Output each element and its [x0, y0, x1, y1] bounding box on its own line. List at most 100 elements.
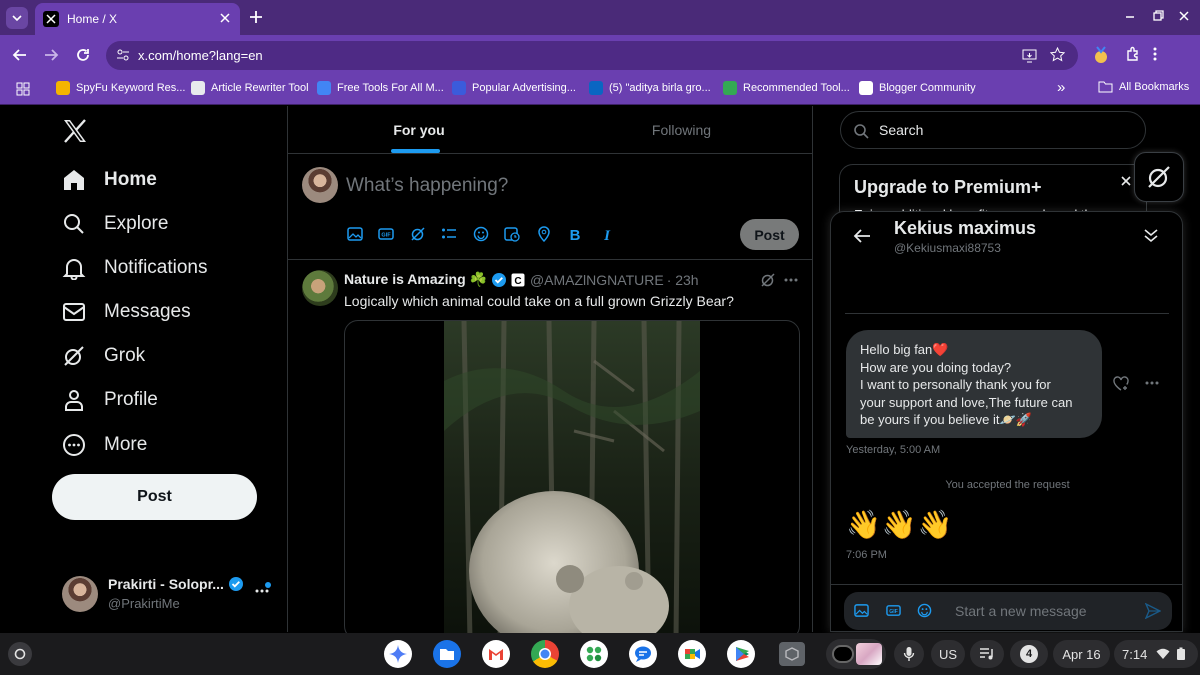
avatar[interactable]	[302, 270, 338, 306]
close-icon	[1179, 11, 1189, 21]
bookmark-item[interactable]: Blogger Community	[859, 81, 976, 95]
compose-input[interactable]: What’s happening?	[346, 175, 508, 197]
address-bar[interactable]: x.com/home?lang=en	[106, 41, 1078, 70]
poll-icon[interactable]	[441, 226, 457, 242]
back-arrow-icon[interactable]	[853, 228, 871, 244]
play-store-app-icon[interactable]	[727, 640, 755, 668]
message-input[interactable]: Start a new message	[955, 603, 1087, 619]
microphone-button[interactable]	[894, 640, 924, 668]
tab-search-button[interactable]	[6, 7, 28, 29]
restore-button[interactable]	[1151, 9, 1165, 23]
messages-app-icon[interactable]	[629, 640, 657, 668]
gif-icon[interactable]: GIF	[886, 603, 901, 618]
svg-text:I: I	[603, 228, 611, 242]
emoji-icon[interactable]	[917, 603, 932, 618]
browser-menu-icon[interactable]	[1152, 46, 1158, 62]
media-controls-button[interactable]	[970, 640, 1004, 668]
emoji-icon[interactable]	[473, 226, 489, 242]
tweet-more-icon[interactable]	[784, 278, 798, 282]
bookmark-item[interactable]: Popular Advertising...	[452, 81, 576, 95]
tweet[interactable]: Nature is Amazing ☘️ C @AMAZlNGNATURE · …	[288, 261, 813, 640]
site-info-icon[interactable]	[116, 48, 130, 62]
input-method-button[interactable]: US	[931, 640, 965, 668]
install-app-icon[interactable]	[1022, 48, 1037, 63]
browser-tab[interactable]: Home / X	[35, 3, 240, 35]
nav-messages[interactable]: Messages	[62, 300, 191, 324]
tab-for-you[interactable]: For you	[288, 106, 550, 154]
nav-grok[interactable]: Grok	[62, 344, 145, 368]
app-window-icon[interactable]	[779, 642, 805, 666]
bookmark-item[interactable]: Article Rewriter Tool	[191, 81, 309, 95]
nav-home[interactable]: Home	[62, 168, 157, 192]
image-icon[interactable]	[854, 603, 869, 618]
conversation-name[interactable]: Kekius maximus	[894, 218, 1036, 239]
battery-icon	[1177, 647, 1186, 660]
nav-label: Home	[104, 169, 157, 190]
gmail-app-icon[interactable]	[482, 640, 510, 668]
bookmark-item[interactable]: Recommended Tool...	[723, 81, 850, 95]
reload-button[interactable]	[75, 47, 91, 63]
compose-post-button[interactable]: Post	[740, 219, 799, 250]
tools-favicon-icon	[317, 81, 331, 95]
nav-explore[interactable]: Explore	[62, 212, 168, 236]
grok-float-button[interactable]	[1134, 152, 1184, 202]
tweet-author[interactable]: Nature is Amazing ☘️	[344, 271, 487, 288]
extension-badge-icon[interactable]	[1093, 46, 1109, 64]
meet-app-icon[interactable]	[678, 640, 706, 668]
location-icon[interactable]	[536, 226, 552, 242]
folder-icon	[1098, 81, 1113, 93]
system-tray[interactable]: 7:14	[1114, 640, 1198, 668]
post-button[interactable]: Post	[52, 474, 257, 520]
bookmark-item[interactable]: Free Tools For All M...	[317, 81, 444, 95]
collapse-drawer-icon[interactable]	[1143, 227, 1159, 243]
bookmark-item[interactable]: SpyFu Keyword Res...	[56, 81, 185, 95]
message-timestamp: Yesterday, 5:00 AM	[846, 444, 941, 456]
tweet-handle[interactable]: @AMAZlNGNATURE	[530, 272, 664, 288]
close-tab-icon[interactable]	[218, 11, 232, 25]
bookmark-item[interactable]: (5) "aditya birla gro...	[589, 81, 711, 95]
message-more-icon[interactable]	[1145, 381, 1159, 385]
emoji-message[interactable]: 👋👋👋	[846, 508, 954, 541]
more-bookmarks-button[interactable]: »	[1057, 79, 1065, 96]
nav-profile[interactable]: Profile	[62, 388, 158, 412]
bookmark-star-icon[interactable]	[1050, 47, 1065, 62]
x-logo-icon[interactable]	[62, 118, 88, 144]
files-app-icon[interactable]	[433, 640, 461, 668]
account-switcher[interactable]: Prakirti - Solopr... @PrakirtiMe	[62, 574, 282, 614]
gemini-app-icon[interactable]	[384, 640, 412, 668]
tweet-time[interactable]: · 23h	[667, 272, 699, 288]
italic-icon[interactable]: I	[599, 226, 615, 242]
tab-following[interactable]: Following	[550, 106, 813, 154]
dismiss-premium-icon[interactable]	[1120, 175, 1132, 187]
chrome-app-icon[interactable]	[531, 640, 559, 668]
back-button[interactable]	[12, 47, 28, 63]
calendar-date-button[interactable]: Apr 16	[1053, 640, 1110, 668]
tab-label: For you	[393, 122, 445, 138]
sheets-app-icon[interactable]	[580, 640, 608, 668]
extensions-icon[interactable]	[1125, 46, 1141, 62]
send-icon[interactable]	[1145, 603, 1161, 619]
gif-icon[interactable]: GIF	[378, 226, 394, 242]
forward-button[interactable]	[43, 47, 59, 63]
tweet-media[interactable]	[344, 320, 800, 640]
image-icon[interactable]	[347, 226, 363, 242]
message-bubble[interactable]: Hello big fan❤️ How are you doing today?…	[846, 330, 1102, 438]
grok-explain-icon[interactable]	[760, 272, 776, 288]
bold-icon[interactable]: B	[567, 226, 583, 242]
new-tab-button[interactable]	[248, 9, 264, 25]
account-more-icon[interactable]	[254, 588, 270, 594]
close-window-button[interactable]	[1177, 9, 1191, 23]
schedule-icon[interactable]	[504, 226, 520, 242]
search-input[interactable]: Search	[840, 111, 1146, 149]
notification-center-button[interactable]: 4	[1010, 640, 1048, 668]
apps-grid-icon[interactable]	[16, 82, 30, 96]
nav-notifications[interactable]: Notifications	[62, 256, 208, 280]
launcher-button[interactable]	[8, 642, 32, 666]
holding-space-tray[interactable]	[826, 639, 886, 669]
react-heart-icon[interactable]	[1113, 376, 1129, 391]
grok-icon[interactable]	[410, 226, 426, 242]
minimize-button[interactable]	[1123, 9, 1137, 23]
nav-more[interactable]: More	[62, 433, 147, 457]
all-bookmarks-button[interactable]: All Bookmarks	[1098, 81, 1189, 93]
feed-tabs: For you Following	[288, 106, 813, 154]
